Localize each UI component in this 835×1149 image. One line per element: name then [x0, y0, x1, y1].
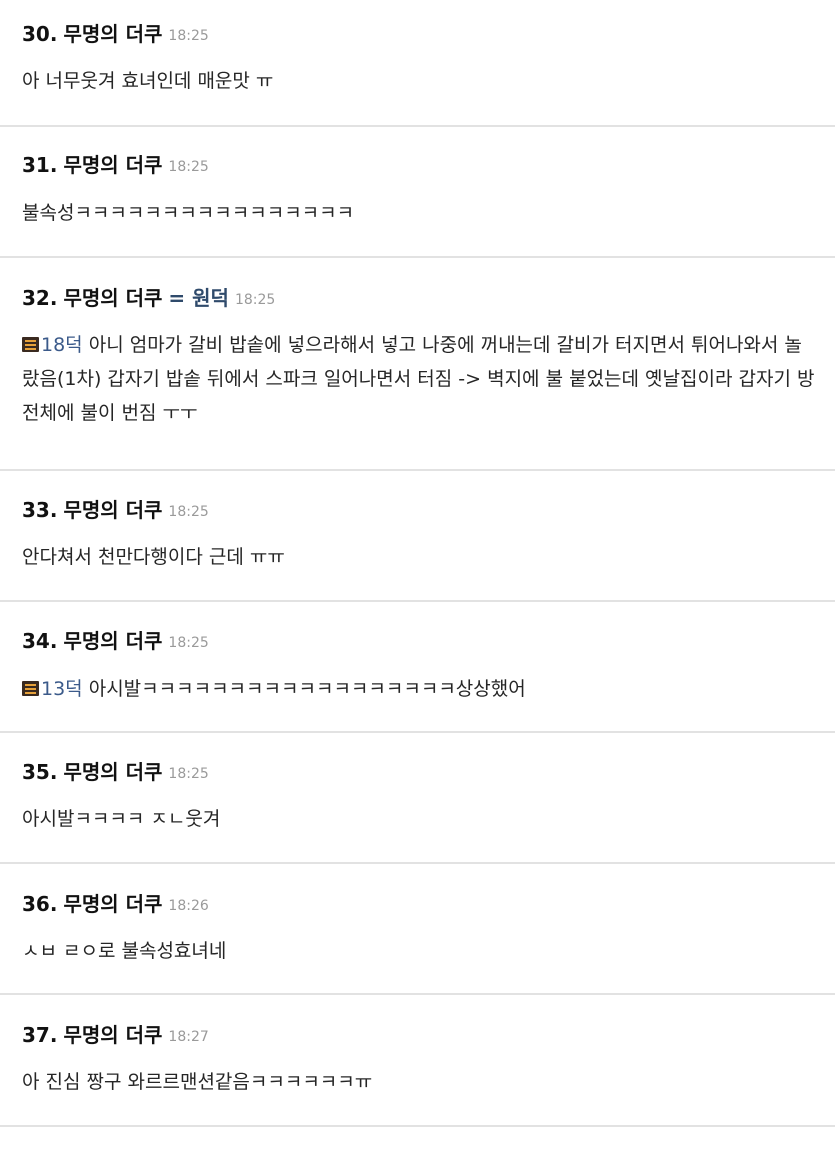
comment-body: 18덕 아니 엄마가 갈비 밥솥에 넣으라해서 넣고 나중에 꺼내는데 갈비가 … — [22, 328, 817, 430]
comment-time: 18:25 — [168, 766, 209, 782]
comment-number[interactable]: 34. — [22, 629, 57, 653]
comment-number[interactable]: 37. — [22, 1023, 57, 1047]
comment-number[interactable]: 31. — [22, 153, 57, 177]
op-badge: = 원덕 — [168, 286, 229, 310]
comment-author: 무명의 더쿠 — [63, 1023, 163, 1047]
comment-text: 아니 엄마가 갈비 밥솥에 넣으라해서 넣고 나중에 꺼내는데 갈비가 터지면서… — [22, 334, 815, 424]
comment-header: 33. 무명의 더쿠 18:25 — [22, 498, 209, 524]
comment-item: 36. 무명의 더쿠 18:26 ㅅㅂ ㄹㅇ로 불속성효녀네 — [0, 864, 835, 995]
comment-author: 무명의 더쿠 — [63, 892, 163, 916]
comment-item: 33. 무명의 더쿠 18:25 안다쳐서 천만다행이다 근데 ㅠㅠ — [0, 471, 835, 602]
comment-body: 13덕 아시발ㅋㅋㅋㅋㅋㅋㅋㅋㅋㅋㅋㅋㅋㅋㅋㅋㅋㅋ상상했어 — [22, 672, 817, 706]
comment-item: 37. 무명의 더쿠 18:27 아 진심 짱구 와르르맨션같음ㅋㅋㅋㅋㅋㅋㅠ — [0, 995, 835, 1127]
comment-time: 18:27 — [168, 1029, 209, 1045]
comment-header: 37. 무명의 더쿠 18:27 — [22, 1023, 209, 1049]
comment-header: 31. 무명의 더쿠 18:25 — [22, 153, 209, 179]
comment-header: 32. 무명의 더쿠 = 원덕 18:25 — [22, 286, 275, 312]
comment-time: 18:25 — [168, 159, 209, 175]
reply-reference[interactable]: 13덕 — [22, 678, 83, 700]
comment-author: 무명의 더쿠 — [63, 22, 163, 46]
comment-number[interactable]: 36. — [22, 892, 57, 916]
comment-item: 30. 무명의 더쿠 18:25 아 너무웃겨 효녀인데 매운맛 ㅠ — [0, 0, 835, 127]
reply-pointer-icon — [22, 681, 39, 696]
comment-header: 36. 무명의 더쿠 18:26 — [22, 892, 209, 918]
reply-reference-label: 18덕 — [41, 334, 83, 356]
comment-time: 18:26 — [168, 898, 209, 914]
comment-text: 아시발ㅋㅋㅋㅋㅋㅋㅋㅋㅋㅋㅋㅋㅋㅋㅋㅋㅋㅋ상상했어 — [88, 678, 526, 700]
comment-item: 32. 무명의 더쿠 = 원덕 18:25 18덕 아니 엄마가 갈비 밥솥에 넣으라… — [0, 258, 835, 471]
comment-thread: 30. 무명의 더쿠 18:25 아 너무웃겨 효녀인데 매운맛 ㅠ 31. 무명의 … — [0, 0, 835, 1127]
reply-reference-label: 13덕 — [41, 678, 83, 700]
comment-body: 불속성ㅋㅋㅋㅋㅋㅋㅋㅋㅋㅋㅋㅋㅋㅋㅋㅋ — [22, 202, 355, 224]
comment-time: 18:25 — [168, 28, 209, 44]
comment-author: 무명의 더쿠 — [63, 760, 163, 784]
reply-pointer-icon — [22, 337, 39, 352]
comment-body: 아시발ㅋㅋㅋㅋ ㅈㄴ웃겨 — [22, 808, 221, 830]
comment-body: 안다쳐서 천만다행이다 근데 ㅠㅠ — [22, 546, 285, 568]
comment-number[interactable]: 33. — [22, 498, 57, 522]
comment-number[interactable]: 30. — [22, 22, 57, 46]
comment-header: 30. 무명의 더쿠 18:25 — [22, 22, 209, 48]
comment-number[interactable]: 35. — [22, 760, 57, 784]
comment-header: 35. 무명의 더쿠 18:25 — [22, 760, 209, 786]
comment-time: 18:25 — [234, 292, 276, 308]
comment-body: ㅅㅂ ㄹㅇ로 불속성효녀네 — [22, 940, 227, 962]
comment-header: 34. 무명의 더쿠 18:25 — [22, 629, 209, 655]
comment-body: 아 너무웃겨 효녀인데 매운맛 ㅠ — [22, 70, 274, 92]
comment-author: 무명의 더쿠 — [63, 153, 163, 177]
comment-author: 무명의 더쿠 — [63, 498, 163, 522]
comment-number[interactable]: 32. — [22, 286, 57, 310]
comment-author: 무명의 더쿠 — [63, 286, 163, 310]
comment-time: 18:25 — [168, 504, 209, 520]
comment-body: 아 진심 짱구 와르르맨션같음ㅋㅋㅋㅋㅋㅋㅠ — [22, 1071, 373, 1093]
comment-item: 35. 무명의 더쿠 18:25 아시발ㅋㅋㅋㅋ ㅈㄴ웃겨 — [0, 733, 835, 864]
comment-item: 34. 무명의 더쿠 18:25 13덕 아시발ㅋㅋㅋㅋㅋㅋㅋㅋㅋㅋㅋㅋㅋㅋㅋㅋㅋㅋ… — [0, 602, 835, 733]
comment-item: 31. 무명의 더쿠 18:25 불속성ㅋㅋㅋㅋㅋㅋㅋㅋㅋㅋㅋㅋㅋㅋㅋㅋ — [0, 127, 835, 258]
comment-author: 무명의 더쿠 — [63, 629, 163, 653]
reply-reference[interactable]: 18덕 — [22, 334, 83, 356]
comment-time: 18:25 — [168, 635, 209, 651]
